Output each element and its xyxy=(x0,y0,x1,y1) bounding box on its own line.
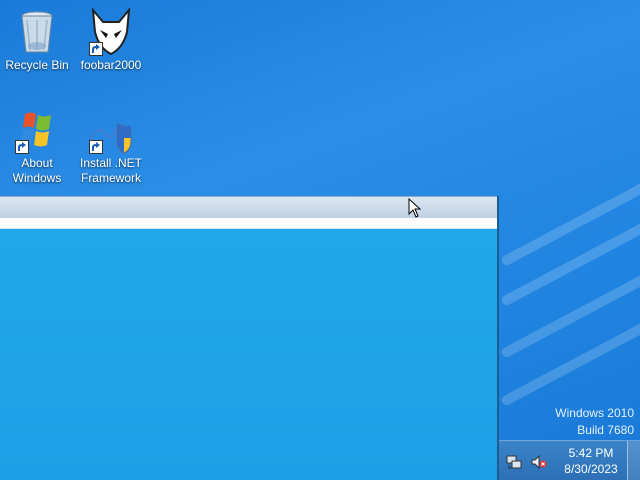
desktop-icon-install-dotnet[interactable]: Install .NET Framework xyxy=(76,120,146,186)
desktop: Recycle Bin foobar2000 About Windows Ins… xyxy=(0,0,640,480)
dotnet-installer-icon xyxy=(87,120,135,154)
recycle-bin-icon xyxy=(13,8,61,56)
watermark-os-name: Windows 2010 xyxy=(555,406,634,420)
shortcut-arrow-icon xyxy=(89,140,103,154)
desktop-icon-label: foobar2000 xyxy=(80,58,142,72)
window-client-area[interactable] xyxy=(0,218,497,480)
shortcut-arrow-icon xyxy=(15,140,29,154)
desktop-icon-label: Recycle Bin xyxy=(5,58,69,72)
wallpaper-streak xyxy=(500,178,640,267)
taskbar-clock[interactable]: 5:42 PM 8/30/2023 xyxy=(557,445,625,477)
os-watermark: Windows 2010 Build 7680 xyxy=(555,405,634,439)
desktop-icon-about-windows[interactable]: About Windows xyxy=(2,106,72,186)
desktop-icon-foobar2000[interactable]: foobar2000 xyxy=(76,6,146,73)
wallpaper-streak xyxy=(500,318,640,407)
windows-flag-icon xyxy=(13,106,61,154)
volume-muted-icon[interactable] xyxy=(531,454,547,470)
watermark-build: Build 7680 xyxy=(577,423,634,437)
app-window[interactable] xyxy=(0,196,499,480)
shortcut-arrow-icon xyxy=(89,42,103,56)
clock-time: 5:42 PM xyxy=(568,446,614,460)
desktop-icon-recycle-bin[interactable]: Recycle Bin xyxy=(2,8,72,73)
mouse-cursor-icon xyxy=(408,197,422,218)
taskbar: 5:42 PM 8/30/2023 xyxy=(499,440,640,480)
window-title-bar[interactable] xyxy=(0,196,497,219)
show-desktop-button[interactable] xyxy=(627,441,640,480)
desktop-icon-label: About Windows xyxy=(12,156,62,185)
window-toolbar-strip xyxy=(0,218,497,229)
network-icon[interactable] xyxy=(506,454,522,470)
desktop-icon-label: Install .NET Framework xyxy=(79,156,142,185)
clock-date: 8/30/2023 xyxy=(564,462,618,476)
foobar2000-icon xyxy=(87,6,135,56)
